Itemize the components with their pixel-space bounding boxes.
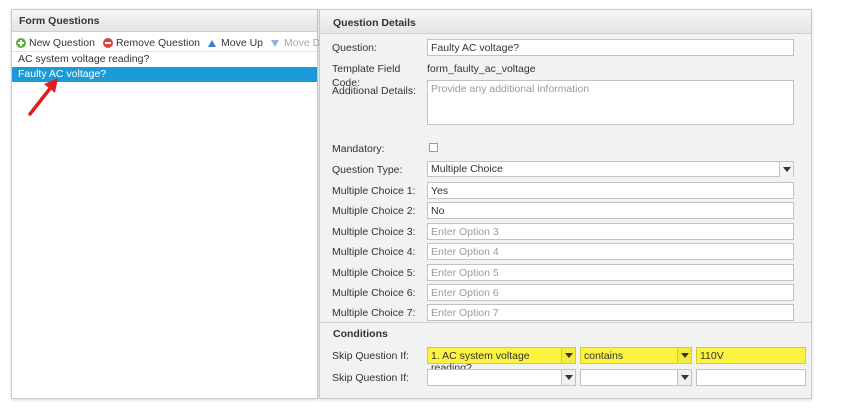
condition-question-select[interactable]: 1. AC system voltage reading? <box>427 347 576 374</box>
question-details-panel: Question Details Question: Faulty AC vol… <box>319 9 812 399</box>
question-type-value: Multiple Choice <box>431 163 503 175</box>
add-icon <box>16 38 26 48</box>
choice-input-2[interactable]: No <box>427 202 794 219</box>
conditions-title: Conditions <box>333 328 388 340</box>
question-label: Question: <box>332 42 377 54</box>
chevron-down-icon[interactable] <box>779 162 793 177</box>
move-up-label: Move Up <box>221 37 264 49</box>
condition-value-input[interactable] <box>696 369 806 386</box>
choice-label: Multiple Choice 4: <box>332 246 416 258</box>
question-type-select[interactable]: Multiple Choice <box>427 161 794 177</box>
questions-toolbar: New Question Remove Question Move Up Mov… <box>12 32 339 52</box>
new-question-label: New Question <box>29 37 95 49</box>
annotation-arrow-icon <box>28 78 58 116</box>
new-question-button[interactable]: New Question <box>16 37 95 49</box>
condition-operator-select[interactable]: contains <box>580 347 692 364</box>
mandatory-checkbox[interactable] <box>429 143 438 152</box>
chevron-down-icon[interactable] <box>561 370 575 385</box>
choice-input-1[interactable]: Yes <box>427 182 794 199</box>
skip-question-label: Skip Question If: <box>332 372 410 384</box>
choice-label: Multiple Choice 6: <box>332 287 416 299</box>
arrow-down-icon <box>271 39 280 47</box>
remove-icon <box>102 38 113 48</box>
conditions-section: Conditions Skip Question If: 1. AC syste… <box>320 322 811 398</box>
chevron-down-icon[interactable] <box>677 348 691 363</box>
arrow-up-icon <box>208 39 216 47</box>
additional-details-label: Additional Details: <box>332 85 417 97</box>
condition-operator-value: contains <box>584 350 624 362</box>
form-questions-title: Form Questions <box>12 10 317 32</box>
additional-details-textarea[interactable]: Provide any additional information <box>427 80 794 125</box>
condition-row-1: Skip Question If: 1. AC system voltage r… <box>332 347 810 374</box>
question-input[interactable]: Faulty AC voltage? <box>427 39 794 56</box>
condition-value-input[interactable]: 110V <box>696 347 806 364</box>
question-type-label: Question Type: <box>332 164 403 176</box>
template-code-value: form_faulty_ac_voltage <box>427 63 536 75</box>
choice-input-5[interactable]: Enter Option 5 <box>427 264 794 281</box>
choice-input-4[interactable]: Enter Option 4 <box>427 243 794 260</box>
skip-question-label: Skip Question If: <box>332 350 410 362</box>
chevron-down-icon[interactable] <box>561 348 575 363</box>
question-details-title: Question Details <box>320 10 811 34</box>
condition-question-select[interactable] <box>427 369 576 386</box>
condition-operator-select[interactable] <box>580 369 692 386</box>
choice-label: Multiple Choice 5: <box>332 267 416 279</box>
choice-label: Multiple Choice 1: <box>332 185 416 197</box>
choice-label: Multiple Choice 7: <box>332 307 416 319</box>
remove-question-button[interactable]: Remove Question <box>102 37 200 49</box>
choice-label: Multiple Choice 2: <box>332 205 416 217</box>
move-up-button[interactable]: Move Up <box>208 37 263 49</box>
choice-label: Multiple Choice 3: <box>332 226 416 238</box>
choice-input-3[interactable]: Enter Option 3 <box>427 223 794 240</box>
choice-input-6[interactable]: Enter Option 6 <box>427 284 794 301</box>
chevron-down-icon[interactable] <box>677 370 691 385</box>
choice-input-7[interactable]: Enter Option 7 <box>427 304 794 321</box>
mandatory-label: Mandatory: <box>332 143 385 155</box>
remove-question-label: Remove Question <box>115 37 200 49</box>
form-questions-panel: Form Questions New Question Remove Quest… <box>11 9 339 399</box>
list-item[interactable]: AC system voltage reading? <box>12 52 317 67</box>
condition-row-2: Skip Question If: <box>332 369 810 386</box>
